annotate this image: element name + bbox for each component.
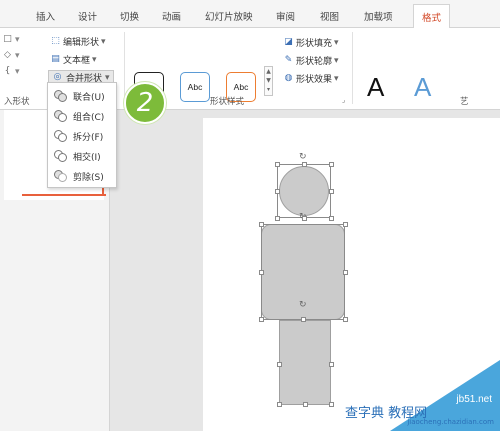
shape-outline-button[interactable]: ✎ 形状轮廓 ▾ <box>283 54 339 67</box>
rotate-handle-icon[interactable]: ↻ <box>299 152 307 162</box>
effects-icon: ◍ <box>284 73 293 83</box>
ribbon-tab-bar: 插入 设计 切换 动画 幻灯片放映 审阅 视图 加载项 格式 <box>0 0 500 29</box>
shape-fill-button[interactable]: ◪ 形状填充 ▾ <box>283 36 338 49</box>
group-divider <box>124 32 125 104</box>
merge-menu-label: 联合(U) <box>73 92 105 103</box>
shape-gallery-edge-2[interactable]: ◇ ▾ <box>2 50 20 61</box>
resize-handle[interactable] <box>329 362 334 367</box>
resize-handle[interactable] <box>343 222 348 227</box>
resize-handle[interactable] <box>259 222 264 227</box>
watermark-site: jb51.net <box>456 394 492 405</box>
resize-handle[interactable] <box>275 189 280 194</box>
insert-shapes-group-label: 入形状 <box>4 97 30 107</box>
thumbnail-selection-bar <box>22 194 106 196</box>
wordart-group-label: 艺 <box>460 97 469 107</box>
merge-shapes-menu: 联合(U) 组合(C) 拆分(F) 相交(I) 剪除(S) <box>47 82 117 188</box>
watermark-url: jiaocheng.chazidian.com <box>407 418 494 426</box>
text-box-label: 文本框 <box>63 56 91 66</box>
merge-menu-fragment[interactable]: 拆分(F) <box>54 129 103 143</box>
wordart-style-black[interactable]: A <box>367 72 384 103</box>
legs-rect-shape[interactable] <box>279 320 331 405</box>
group-divider <box>352 32 353 104</box>
edit-shape-button[interactable]: ⬚ 编辑形状 ▾ <box>50 35 105 48</box>
text-box-icon: ▤ <box>51 54 60 64</box>
tab-animations[interactable]: 动画 <box>162 9 181 23</box>
shape-styles-group-label: 形状样式 <box>210 97 245 107</box>
shape-gallery-edge[interactable]: □ ▾ <box>2 34 19 45</box>
step-number-badge: 2 <box>124 82 166 124</box>
shape-style-swatch-2[interactable]: Abc <box>180 72 210 102</box>
paint-bucket-icon: ◪ <box>284 37 293 47</box>
shape-gallery-edge-3[interactable]: {▾ <box>2 66 20 77</box>
pen-icon: ✎ <box>284 55 293 65</box>
tab-addins[interactable]: 加载项 <box>364 9 393 23</box>
merge-menu-subtract[interactable]: 剪除(S) <box>54 169 104 183</box>
tab-insert[interactable]: 插入 <box>36 9 55 23</box>
tab-transitions[interactable]: 切换 <box>120 9 139 23</box>
resize-handle[interactable] <box>303 402 308 407</box>
merge-menu-union[interactable]: 联合(U) <box>54 89 105 103</box>
resize-handle[interactable] <box>343 270 348 275</box>
tab-slideshow[interactable]: 幻灯片放映 <box>205 9 253 23</box>
dialog-launcher-icon[interactable]: ⌟ <box>342 96 345 104</box>
resize-handle[interactable] <box>301 317 306 322</box>
resize-handle[interactable] <box>302 216 307 221</box>
resize-handle[interactable] <box>343 317 348 322</box>
resize-handle[interactable] <box>259 270 264 275</box>
wordart-style-blue[interactable]: A <box>414 72 431 103</box>
tab-design[interactable]: 设计 <box>78 9 97 23</box>
merge-menu-label: 剪除(S) <box>73 172 104 183</box>
shape-fill-label: 形状填充 <box>296 39 333 49</box>
tab-view[interactable]: 视图 <box>320 9 339 23</box>
edit-shape-icon: ⬚ <box>51 36 60 46</box>
resize-handle[interactable] <box>329 402 334 407</box>
resize-handle[interactable] <box>275 216 280 221</box>
rotate-handle-icon[interactable]: ↻ <box>299 300 307 310</box>
merge-menu-label: 相交(I) <box>73 152 101 163</box>
resize-handle[interactable] <box>329 216 334 221</box>
head-circle-shape[interactable] <box>279 166 329 216</box>
merge-menu-label: 拆分(F) <box>73 132 104 143</box>
intersect-icon <box>54 149 68 163</box>
subtract-icon <box>54 169 68 183</box>
resize-handle[interactable] <box>277 362 282 367</box>
resize-handle[interactable] <box>329 162 334 167</box>
combine-icon <box>54 109 68 123</box>
resize-handle[interactable] <box>277 402 282 407</box>
merge-menu-intersect[interactable]: 相交(I) <box>54 149 101 163</box>
merge-menu-label: 组合(C) <box>73 112 105 123</box>
union-icon <box>54 89 68 103</box>
resize-handle[interactable] <box>329 189 334 194</box>
shape-outline-label: 形状轮廓 <box>296 57 333 67</box>
watermark: jb51.net 查字典 教程网 jiaocheng.chazidian.com <box>345 360 500 431</box>
shape-effects-label: 形状效果 <box>296 75 333 85</box>
style-gallery-scroll[interactable]: ▲ ▼ ▾ <box>264 66 273 96</box>
shape-effects-button[interactable]: ◍ 形状效果 ▾ <box>283 72 339 85</box>
text-box-button[interactable]: ▤ 文本框 ▾ <box>50 53 96 66</box>
fragment-icon <box>54 129 68 143</box>
tab-format[interactable]: 格式 <box>413 4 451 29</box>
resize-handle[interactable] <box>259 317 264 322</box>
resize-handle[interactable] <box>302 162 307 167</box>
resize-handle[interactable] <box>275 162 280 167</box>
merge-menu-combine[interactable]: 组合(C) <box>54 109 104 123</box>
edit-shape-label: 编辑形状 <box>63 38 100 48</box>
tab-review[interactable]: 审阅 <box>276 9 295 23</box>
